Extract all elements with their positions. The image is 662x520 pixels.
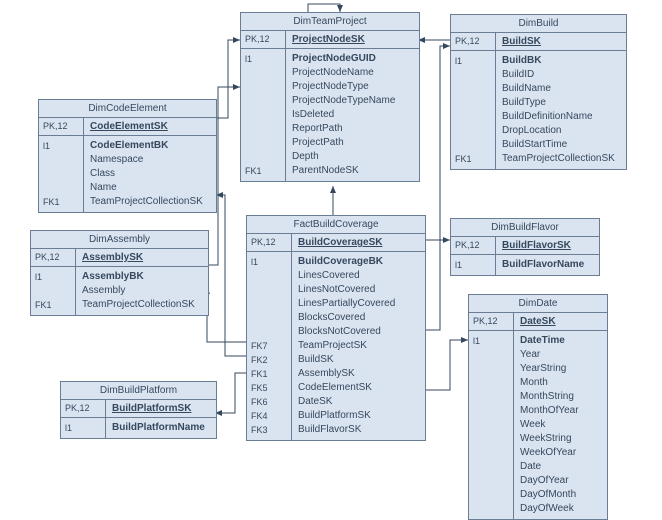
table-dim-build-platform: DimBuildPlatformPK,12BuildPlatformSKl1Bu… (60, 381, 217, 439)
table-dim-team-project: DimTeamProjectPK,12ProjectNodeSKl1 FK1Pr… (240, 12, 420, 182)
table-dim-build: DimBuildPK,12BuildSKl1 FK1BuildBKBuildID… (450, 14, 627, 170)
table-dim-build-flavor: DimBuildFlavorPK,12BuildFlavorSKl1BuildF… (450, 218, 600, 276)
table-title: DimTeamProject (241, 13, 419, 31)
table-title: FactBuildCoverage (247, 216, 425, 234)
table-title: DimBuild (451, 15, 626, 33)
table-dim-date: DimDatePK,12DateSKl1 DateTimeYearYearStr… (468, 294, 608, 520)
table-title: DimBuildPlatform (61, 382, 216, 400)
table-dim-code-element: DimCodeElementPK,12CodeElementSKl1 FK1Co… (38, 99, 217, 213)
table-title: DimDate (469, 295, 607, 313)
table-title: DimAssembly (31, 231, 208, 249)
table-fact-build-coverage: FactBuildCoveragePK,12BuildCoverageSKl1 … (246, 215, 426, 441)
table-title: DimBuildFlavor (451, 219, 599, 237)
table-dim-assembly: DimAssemblyPK,12AssemblySKl1 FK1Assembly… (30, 230, 209, 316)
table-title: DimCodeElement (39, 100, 216, 118)
